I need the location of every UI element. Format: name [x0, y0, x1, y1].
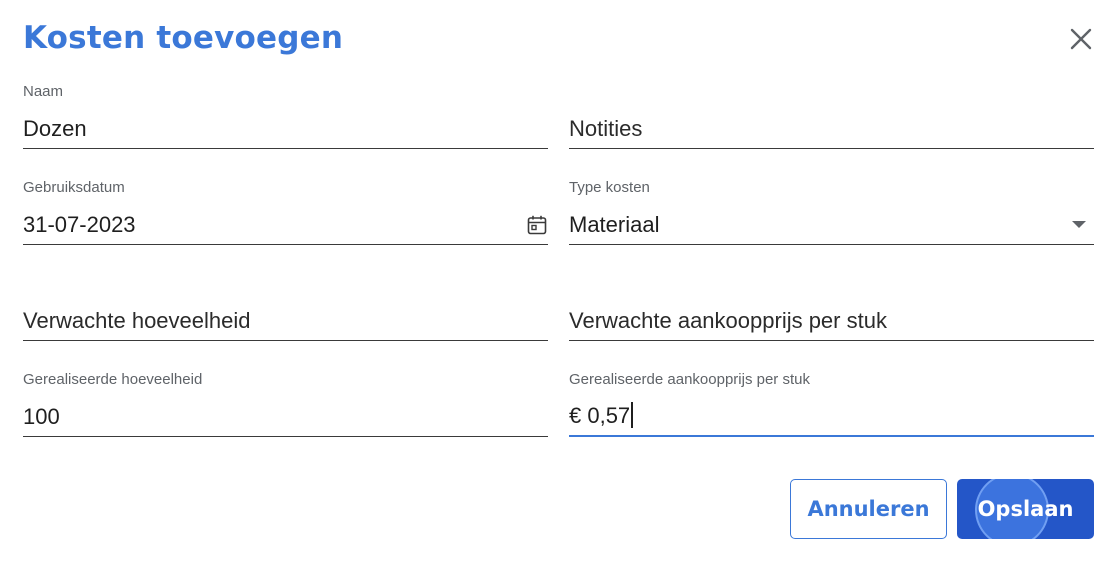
notes-placeholder: Notities	[569, 116, 643, 141]
name-field[interactable]: Naam Dozen	[23, 83, 548, 149]
cancel-button-label: Annuleren	[807, 497, 930, 521]
usage-date-field[interactable]: Gebruiksdatum 31-07-2023	[23, 179, 548, 245]
realized-price-value: € 0,57	[569, 403, 631, 428]
notes-field[interactable]: Notities	[569, 83, 1094, 149]
expected-quantity-field[interactable]: Verwachte hoeveelheid	[23, 275, 548, 341]
expected-price-field[interactable]: Verwachte aankoopprijs per stuk	[569, 275, 1094, 341]
save-button-label: Opslaan	[977, 497, 1074, 521]
expected-quantity-placeholder: Verwachte hoeveelheid	[23, 308, 251, 333]
dropdown-arrow-icon[interactable]	[1072, 221, 1086, 228]
usage-date-value: 31-07-2023	[23, 212, 136, 237]
cost-type-field[interactable]: Type kosten Materiaal	[569, 179, 1094, 245]
realized-quantity-value: 100	[23, 404, 60, 429]
realized-quantity-field[interactable]: Gerealiseerde hoeveelheid 100	[23, 371, 548, 437]
realized-quantity-label: Gerealiseerde hoeveelheid	[23, 371, 203, 388]
text-caret	[631, 402, 633, 428]
realized-price-field[interactable]: Gerealiseerde aankoopprijs per stuk € 0,…	[569, 371, 1094, 437]
close-icon[interactable]	[1066, 24, 1096, 54]
realized-price-label: Gerealiseerde aankoopprijs per stuk	[569, 371, 810, 388]
dialog-title: Kosten toevoegen	[23, 20, 344, 56]
calendar-icon[interactable]	[526, 214, 548, 236]
name-value: Dozen	[23, 116, 87, 141]
name-label: Naam	[23, 83, 64, 100]
usage-date-label: Gebruiksdatum	[23, 179, 125, 196]
realized-price-input[interactable]: € 0,57	[569, 402, 633, 429]
expected-price-placeholder: Verwachte aankoopprijs per stuk	[569, 308, 887, 333]
cost-type-label: Type kosten	[569, 179, 650, 196]
cancel-button[interactable]: Annuleren	[790, 479, 947, 539]
cost-type-value: Materiaal	[569, 212, 660, 237]
save-button[interactable]: Opslaan	[957, 479, 1094, 539]
